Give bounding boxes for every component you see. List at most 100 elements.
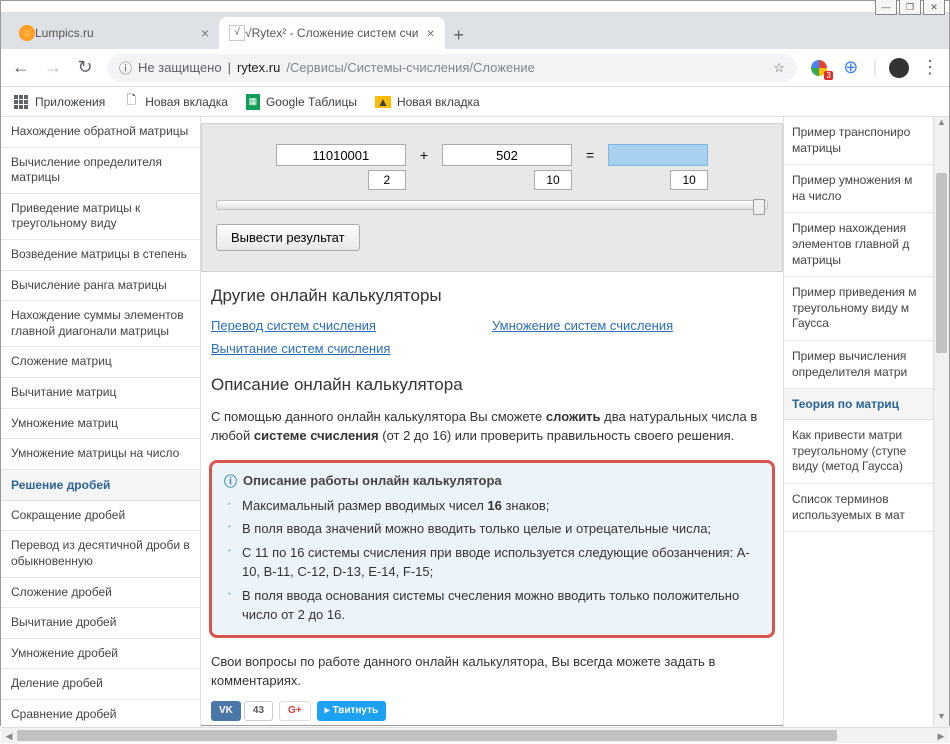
link-convert[interactable]: Перевод систем счисления	[211, 318, 376, 333]
url-domain: rytex.ru	[237, 60, 280, 75]
precision-slider[interactable]	[216, 200, 768, 210]
sidebar-item[interactable]: Нахождение суммы элементов главной диаго…	[1, 301, 200, 347]
callout-item: В поля ввода основания системы счесления…	[242, 584, 760, 627]
menu-button[interactable]: ⋮	[921, 57, 939, 78]
favicon-icon	[19, 25, 35, 41]
calculator-panel: + = Вывести результат	[201, 123, 783, 272]
bookmark-label: Новая вкладка	[397, 95, 480, 109]
base-out-input[interactable]	[670, 170, 708, 190]
twitter-share-button[interactable]: ▸ Твитнуть	[317, 701, 387, 721]
favicon-icon: √	[229, 25, 245, 41]
sidebar-item[interactable]: Приведение матрицы к треугольному виду	[1, 194, 200, 240]
gplus-share-button[interactable]: G+	[279, 701, 311, 721]
sidebar-item[interactable]: Пример умножения м на число	[784, 165, 933, 213]
scroll-thumb[interactable]	[17, 730, 837, 741]
sidebar-item[interactable]: Список терминов используемых в мат	[784, 484, 933, 532]
bookmarks-bar: Приложения 🗋 Новая вкладка ▦ Google Табл…	[1, 87, 949, 117]
sidebar-item[interactable]: Вычитание дробей	[1, 608, 200, 639]
extension-icon[interactable]	[809, 58, 829, 78]
bookmark-item[interactable]: ▦ Google Таблицы	[246, 94, 357, 110]
scroll-thumb[interactable]	[936, 173, 947, 353]
sidebar-item[interactable]: Пример нахождения элементов главной д ма…	[784, 213, 933, 277]
callout-item: В поля ввода значений можно вводить толь…	[242, 517, 760, 541]
base2-input[interactable]	[534, 170, 572, 190]
tab-rytex[interactable]: √ √Rytex² - Сложение систем счи ×	[219, 17, 445, 49]
link-multiply[interactable]: Умножение систем счисления	[492, 318, 673, 333]
close-icon[interactable]: ×	[418, 25, 434, 41]
callout-item: Максимальный размер вводимых чисел 16 зн…	[242, 494, 760, 518]
tab-lumpics[interactable]: Lumpics.ru ×	[9, 17, 219, 49]
sidebar-item[interactable]: Перевод из десятичной дроби в обыкновенн…	[1, 531, 200, 577]
tab-title: √Rytex² - Сложение систем счи	[245, 26, 418, 40]
scroll-left-icon[interactable]: ◀	[1, 728, 17, 743]
back-button[interactable]: ←	[11, 57, 31, 78]
profile-avatar[interactable]	[889, 58, 909, 78]
horizontal-scrollbar[interactable]: ◀ ▶	[1, 727, 949, 743]
sidebar-item[interactable]: Вычисление определителя матрицы	[1, 148, 200, 194]
main-content: + = Вывести результат Другие онлайн каль…	[201, 117, 783, 727]
sidebar-item[interactable]: Сложение дробей	[1, 578, 200, 609]
tab-strip: Lumpics.ru × √ √Rytex² - Сложение систем…	[1, 13, 949, 49]
window-close[interactable]: ✕	[923, 0, 945, 15]
questions-text: Свои вопросы по работе данного онлайн ка…	[201, 648, 783, 695]
window-maximize[interactable]: ❐	[899, 0, 921, 15]
url-path: /Сервисы/Системы-счисления/Сложение	[286, 60, 534, 75]
sidebar-item[interactable]: Вычитание матриц	[1, 378, 200, 409]
new-tab-button[interactable]: +	[445, 21, 473, 49]
result-field	[608, 144, 708, 166]
doc-icon: 🗋	[123, 94, 139, 110]
section-heading-other: Другие онлайн калькуляторы	[211, 286, 773, 306]
separator: |	[228, 60, 231, 75]
close-icon[interactable]: ×	[193, 25, 209, 41]
vk-share-button[interactable]: VK	[211, 701, 241, 721]
sidebar-item[interactable]: Пример транспониро матрицы	[784, 117, 933, 165]
globe-icon[interactable]: ⊕	[841, 58, 861, 78]
base1-input[interactable]	[368, 170, 406, 190]
sidebar-item[interactable]: Умножение дробей	[1, 639, 200, 670]
info-icon: ⓘ	[119, 58, 132, 77]
vertical-scrollbar[interactable]: ▲ ▼	[933, 117, 949, 727]
sidebar-heading: Решение дробей	[1, 470, 200, 501]
vk-count: 43	[244, 701, 273, 721]
operand2-input[interactable]	[442, 144, 572, 166]
sidebar-item[interactable]: Сокращение дробей	[1, 501, 200, 532]
sidebar-item[interactable]: Деление дробей	[1, 669, 200, 700]
callout-item: С 11 по 16 системы счисления при вводе и…	[242, 541, 760, 584]
callout-box: Описание работы онлайн калькулятора Макс…	[209, 460, 775, 638]
sidebar-item[interactable]: Вычисление ранга матрицы	[1, 271, 200, 302]
security-label: Не защищено	[138, 60, 222, 75]
sidebar-item[interactable]: Сравнение дробей	[1, 700, 200, 727]
toolbar: ← → ↻ ⓘ Не защищено | rytex.ru/Сервисы/С…	[1, 49, 949, 87]
forward-button[interactable]: →	[43, 57, 63, 78]
tab-title: Lumpics.ru	[35, 26, 94, 40]
operator-label: +	[416, 147, 432, 163]
sidebar-item[interactable]: Нахождение обратной матрицы	[1, 117, 200, 148]
link-subtract[interactable]: Вычитание систем счисления	[211, 341, 390, 356]
sidebar-item[interactable]: Умножение матрицы на число	[1, 439, 200, 470]
apps-button[interactable]: Приложения	[13, 94, 105, 110]
scroll-up-icon[interactable]: ▲	[934, 117, 949, 133]
sidebar-item[interactable]: Пример приведения м треугольному виду м …	[784, 277, 933, 341]
bookmark-label: Google Таблицы	[266, 95, 357, 109]
sidebar-item[interactable]: Возведение матрицы в степень	[1, 240, 200, 271]
sidebar-item[interactable]: Сложение матриц	[1, 347, 200, 378]
bookmark-label: Приложения	[35, 95, 105, 109]
sidebar-item[interactable]: Как привести матри треугольному (ступе в…	[784, 420, 933, 484]
social-buttons: VK 43 G+ ▸ Твитнуть	[201, 695, 783, 727]
bookmark-star-icon[interactable]: ☆	[773, 60, 785, 76]
scroll-down-icon[interactable]: ▼	[934, 711, 949, 727]
sidebar-item[interactable]: Умножение матриц	[1, 409, 200, 440]
sidebar-heading: Теория по матриц	[784, 389, 933, 420]
bookmark-item[interactable]: ▲ Новая вкладка	[375, 95, 480, 109]
address-bar[interactable]: ⓘ Не защищено | rytex.ru/Сервисы/Системы…	[107, 54, 797, 82]
section-heading-desc: Описание онлайн калькулятора	[211, 375, 773, 395]
calculate-button[interactable]: Вывести результат	[216, 224, 360, 251]
image-icon: ▲	[375, 96, 391, 108]
scroll-right-icon[interactable]: ▶	[933, 728, 949, 743]
left-sidebar: Нахождение обратной матрицы Вычисление о…	[1, 117, 201, 727]
bookmark-item[interactable]: 🗋 Новая вкладка	[123, 94, 228, 110]
reload-button[interactable]: ↻	[75, 57, 95, 78]
operand1-input[interactable]	[276, 144, 406, 166]
sidebar-item[interactable]: Пример вычисления определителя матри	[784, 341, 933, 389]
window-minimize[interactable]: —	[875, 0, 897, 15]
